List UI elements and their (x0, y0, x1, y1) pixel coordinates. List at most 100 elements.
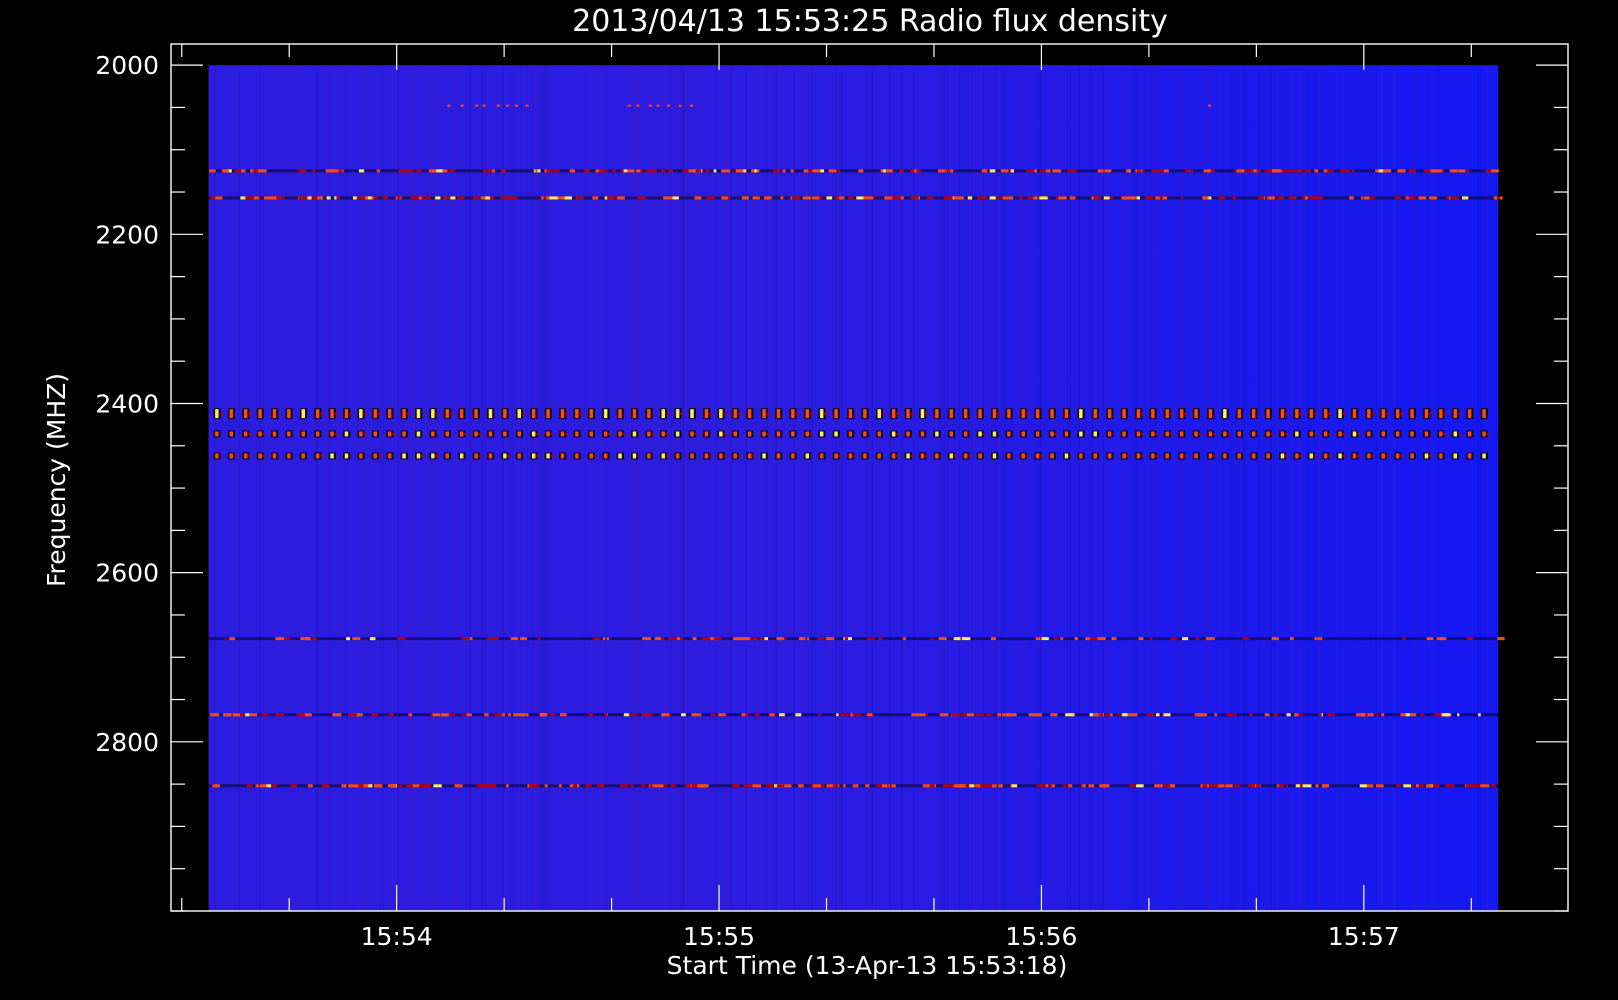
noise-stripe (628, 65, 630, 911)
x-tick-label: 15:57 (1328, 922, 1400, 951)
burst (575, 409, 579, 419)
emission-dot (642, 637, 651, 641)
emission-dot (1197, 713, 1202, 717)
burst (1093, 453, 1098, 459)
burst (963, 431, 968, 437)
emission-dot (360, 713, 363, 717)
emission-dot (1218, 784, 1225, 788)
burst-tail (1429, 454, 1433, 457)
burst-tail (709, 412, 713, 415)
burst-tail (1155, 454, 1159, 457)
emission-dot (647, 169, 657, 173)
emission-dot (721, 169, 731, 173)
noise-stripe (1363, 65, 1365, 911)
emission-dot (432, 713, 441, 717)
burst (1482, 431, 1486, 437)
burst (920, 453, 925, 459)
emission-dot (560, 713, 567, 717)
emission-dot (1314, 169, 1319, 173)
burst (503, 431, 507, 437)
emission-dot (457, 196, 465, 200)
emission-dot (244, 713, 250, 717)
burst-tail (1270, 432, 1274, 435)
emission-dot (1208, 104, 1212, 107)
emission-dot (773, 169, 780, 173)
noise-stripe (1486, 65, 1488, 911)
emission-dot (1457, 713, 1460, 717)
emission-dot (930, 637, 934, 641)
burst (1309, 453, 1314, 459)
emission-dot (229, 637, 236, 641)
burst-tail (997, 412, 1001, 415)
emission-dot (1302, 784, 1312, 788)
emission-dot (743, 169, 746, 173)
emission-dot (559, 784, 562, 788)
burst (315, 453, 320, 459)
noise-stripe (889, 65, 891, 911)
emission-dot (839, 196, 845, 200)
emission-dot (1085, 637, 1090, 641)
noise-stripe (913, 65, 915, 911)
burst-tail (1026, 454, 1030, 457)
burst (1467, 453, 1472, 459)
emission-dot (352, 196, 357, 200)
burst (920, 431, 925, 437)
burst-tail (349, 412, 353, 415)
burst (488, 453, 493, 459)
emission-dot (927, 196, 934, 200)
noise-stripe (436, 65, 438, 911)
burst (935, 409, 939, 419)
emission-dot (599, 169, 608, 173)
emission-dot (225, 713, 228, 717)
burst (1381, 453, 1386, 459)
noise-stripe (1390, 65, 1392, 911)
burst-tail (1328, 412, 1332, 415)
emission-dot (1093, 196, 1102, 200)
burst (776, 453, 781, 459)
noise-stripe (1240, 65, 1242, 911)
noise-stripe (868, 65, 870, 911)
burst (1467, 431, 1472, 437)
emission-dot (1010, 169, 1014, 173)
emission-dot (695, 169, 702, 173)
noise-stripe (1066, 65, 1068, 911)
burst (1367, 453, 1371, 459)
noise-stripe (1039, 65, 1041, 911)
emission-dot (942, 169, 946, 173)
burst (733, 431, 738, 437)
emission-dot (1403, 784, 1412, 788)
burst (661, 453, 666, 459)
burst-tail (550, 432, 554, 435)
emission-dot (259, 784, 267, 788)
burst-tail (1458, 432, 1462, 435)
emission-dot (1008, 196, 1013, 200)
burst (373, 453, 378, 459)
emission-dot (1480, 784, 1490, 788)
burst (747, 453, 752, 459)
burst (459, 431, 464, 437)
emission-dot (275, 637, 285, 641)
emission-dot (1258, 196, 1264, 200)
burst-tail (435, 454, 439, 457)
noise-stripe (409, 65, 411, 911)
burst (546, 409, 550, 419)
burst-tail (1357, 454, 1361, 457)
emission-dot (1322, 784, 1328, 788)
noise-stripe (382, 65, 384, 911)
burst-tail (1486, 432, 1490, 435)
emission-dot (347, 713, 357, 717)
emission-dot (1378, 169, 1384, 173)
noise-stripe (1423, 65, 1425, 911)
emission-dot (633, 713, 638, 717)
emission-dot (826, 784, 833, 788)
emission-dot (332, 713, 341, 717)
emission-dot (334, 196, 337, 200)
emission-dot (1314, 637, 1317, 641)
emission-dot (290, 784, 297, 788)
emission-dot (848, 196, 854, 200)
emission-dot (865, 784, 870, 788)
burst-tail (1386, 412, 1390, 415)
emission-dot (616, 196, 625, 200)
burst (747, 409, 752, 419)
burst (1323, 453, 1328, 459)
